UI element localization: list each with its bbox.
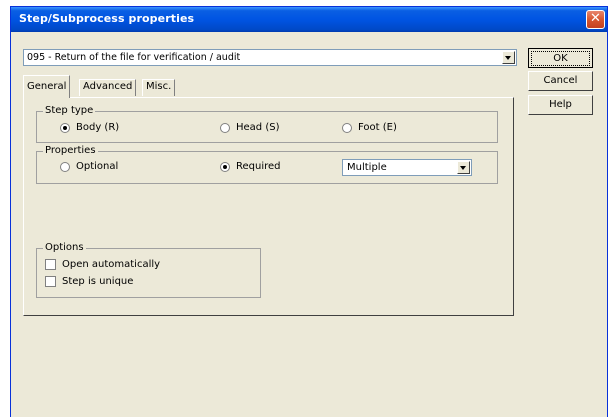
ok-button[interactable]: OK xyxy=(528,48,593,68)
help-button-label: Help xyxy=(549,99,572,110)
step-select[interactable]: 095 - Return of the file for verificatio… xyxy=(23,49,517,66)
properties-dialog: Step/Subprocess properties ✕ 095 - Retur… xyxy=(10,6,608,417)
multiplicity-select[interactable]: Multiple xyxy=(342,159,472,176)
tab-advanced[interactable]: Advanced xyxy=(79,79,137,96)
cancel-button[interactable]: Cancel xyxy=(528,71,593,91)
radio-indicator xyxy=(220,162,230,172)
ok-button-label: OK xyxy=(531,51,590,66)
tab-general-label: General xyxy=(27,81,67,92)
help-button[interactable]: Help xyxy=(528,95,593,115)
radio-foot-label: Foot (E) xyxy=(358,122,397,133)
step-type-group: Step type Body (R) Head (S) Foot (E) xyxy=(36,105,498,143)
tab-general[interactable]: General xyxy=(23,75,71,98)
radio-body-label: Body (R) xyxy=(76,122,120,133)
chevron-down-icon[interactable] xyxy=(502,51,515,64)
close-icon: ✕ xyxy=(590,11,601,26)
radio-optional-label: Optional xyxy=(76,161,119,172)
radio-indicator xyxy=(60,123,70,133)
tab-misc-label: Misc. xyxy=(146,81,172,92)
close-button[interactable]: ✕ xyxy=(586,10,605,29)
radio-indicator xyxy=(60,162,70,172)
checkbox-box xyxy=(45,276,56,287)
general-tab-panel: Step type Body (R) Head (S) Foot (E) Pro… xyxy=(23,97,514,316)
window-title: Step/Subprocess properties xyxy=(19,12,195,25)
checkbox-box xyxy=(45,259,56,270)
options-group: Options Open automatically Step is uniqu… xyxy=(36,242,261,298)
options-label: Options xyxy=(43,242,86,253)
tab-misc[interactable]: Misc. xyxy=(142,79,176,96)
tab-advanced-label: Advanced xyxy=(83,81,133,92)
radio-indicator xyxy=(342,123,352,133)
radio-indicator xyxy=(220,123,230,133)
step-select-value: 095 - Return of the file for verificatio… xyxy=(27,52,241,63)
properties-label: Properties xyxy=(43,145,98,156)
open-automatically-label: Open automatically xyxy=(62,259,161,270)
multiplicity-value: Multiple xyxy=(347,162,387,173)
cancel-button-label: Cancel xyxy=(543,75,578,86)
step-type-label: Step type xyxy=(43,105,96,116)
title-bar[interactable]: Step/Subprocess properties ✕ xyxy=(11,7,607,32)
chevron-down-icon[interactable] xyxy=(457,161,470,174)
radio-required-label: Required xyxy=(236,161,281,172)
step-is-unique-label: Step is unique xyxy=(62,276,134,287)
radio-head-label: Head (S) xyxy=(236,122,280,133)
